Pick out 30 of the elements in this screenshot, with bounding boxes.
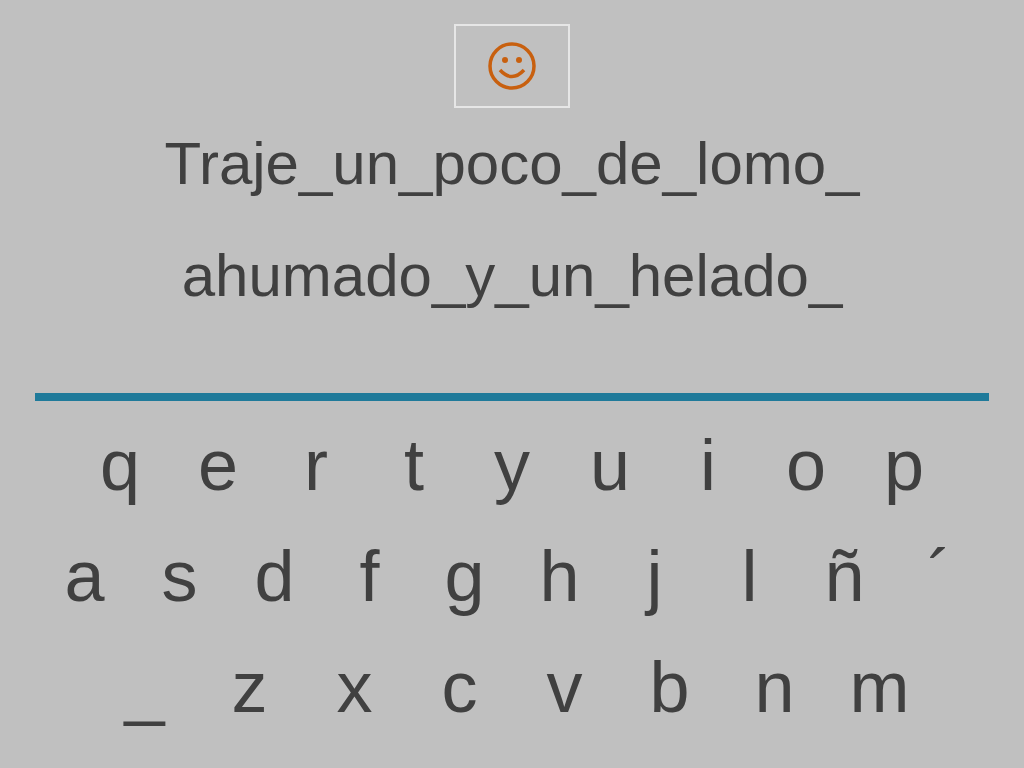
letter-key[interactable]: d bbox=[227, 536, 322, 616]
smiley-icon bbox=[487, 41, 537, 91]
letter-key[interactable]: h bbox=[512, 536, 607, 616]
letter-key[interactable]: c bbox=[407, 647, 512, 727]
letter-key[interactable]: v bbox=[512, 647, 617, 727]
letter-key[interactable]: o bbox=[757, 425, 855, 505]
letter-key[interactable]: s bbox=[132, 536, 227, 616]
letter-key[interactable]: g bbox=[417, 536, 512, 616]
letter-key[interactable]: p bbox=[855, 425, 953, 505]
letter-key[interactable]: y bbox=[463, 425, 561, 505]
letter-key[interactable]: n bbox=[722, 647, 827, 727]
letter-key[interactable]: x bbox=[302, 647, 407, 727]
letter-key[interactable]: z bbox=[197, 647, 302, 727]
letter-key[interactable]: m bbox=[827, 647, 932, 727]
letter-key[interactable]: ´ bbox=[892, 536, 987, 616]
letter-key[interactable]: b bbox=[617, 647, 722, 727]
letter-key[interactable]: l bbox=[702, 536, 797, 616]
letter-key[interactable]: ñ bbox=[797, 536, 892, 616]
letter-key[interactable]: a bbox=[37, 536, 132, 616]
letter-key[interactable]: r bbox=[267, 425, 365, 505]
letter-key[interactable]: j bbox=[607, 536, 702, 616]
letter-key[interactable]: q bbox=[71, 425, 169, 505]
sentence-line: ahumado_y_un_helado_ bbox=[181, 242, 843, 310]
letter-key[interactable]: _ bbox=[92, 647, 197, 727]
letter-key[interactable]: u bbox=[561, 425, 659, 505]
letter-key[interactable]: f bbox=[322, 536, 417, 616]
letter-key[interactable]: i bbox=[659, 425, 757, 505]
sentence-line: Traje_un_poco_de_lomo_ bbox=[164, 130, 860, 198]
letter-key[interactable]: e bbox=[169, 425, 267, 505]
letter-key[interactable]: t bbox=[365, 425, 463, 505]
